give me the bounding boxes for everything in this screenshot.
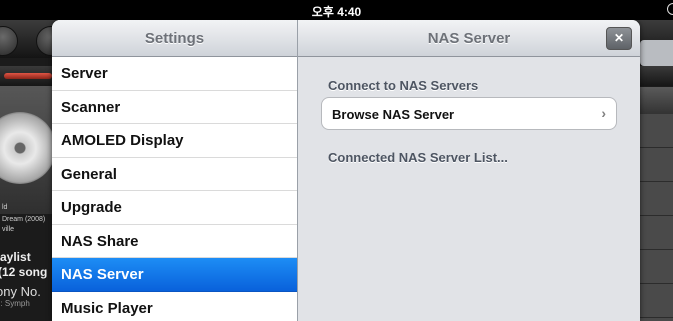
chevron-right-icon: ›	[601, 105, 606, 121]
song-title[interactable]: ony No.	[0, 284, 41, 299]
seek-progress	[4, 73, 52, 79]
playlist-song-count: (12 song	[0, 265, 48, 279]
cd-icon	[0, 112, 56, 184]
connect-section-header: Connect to NAS Servers	[328, 78, 479, 93]
menu-item-upgrade[interactable]: Upgrade	[52, 191, 297, 225]
status-time: 오후 4:40	[311, 5, 362, 19]
previous-track-button[interactable]	[0, 26, 18, 56]
track-list-fragment	[640, 114, 673, 321]
close-button[interactable]: ✕	[606, 27, 632, 50]
detail-nav-bar: NAS Server	[298, 20, 640, 57]
settings-popover: Settings Server Scanner AMOLED Display G…	[52, 20, 640, 321]
album-year: Dream (2008)	[2, 216, 46, 223]
detail-title: NAS Server	[427, 30, 511, 47]
search-field-fragment[interactable]	[640, 40, 673, 66]
menu-item-scanner[interactable]: Scanner	[52, 90, 297, 124]
song-subtitle: n: Symph	[0, 299, 30, 308]
browse-nas-server-cell[interactable]: Browse NAS Server ›	[321, 97, 617, 130]
list-header-fragment	[640, 87, 673, 114]
settings-master-pane: Settings Server Scanner AMOLED Display G…	[52, 20, 298, 321]
settings-menu-list: Server Scanner AMOLED Display General Up…	[52, 57, 297, 321]
browse-nas-server-label: Browse NAS Server	[332, 107, 455, 122]
playlist-label: aylist	[0, 250, 31, 264]
status-bar: 오후 4:40	[0, 0, 673, 20]
album-art-panel	[0, 86, 56, 214]
menu-item-nas-share[interactable]: NAS Share	[52, 224, 297, 258]
album-name: ld	[2, 204, 8, 211]
album-artist: ville	[2, 226, 15, 233]
status-indicator-icon	[667, 3, 673, 15]
connected-list-header: Connected NAS Server List...	[328, 150, 508, 165]
menu-item-music-player[interactable]: Music Player	[52, 291, 297, 321]
nas-server-detail-pane: NAS Server ✕ Connect to NAS Servers Brow…	[298, 20, 640, 321]
menu-item-server[interactable]: Server	[52, 57, 297, 91]
menu-item-nas-server[interactable]: NAS Server	[52, 258, 297, 292]
menu-item-amoled-display[interactable]: AMOLED Display	[52, 124, 297, 158]
menu-item-general[interactable]: General	[52, 157, 297, 191]
settings-nav-bar: Settings	[52, 20, 297, 57]
close-icon: ✕	[613, 31, 625, 45]
